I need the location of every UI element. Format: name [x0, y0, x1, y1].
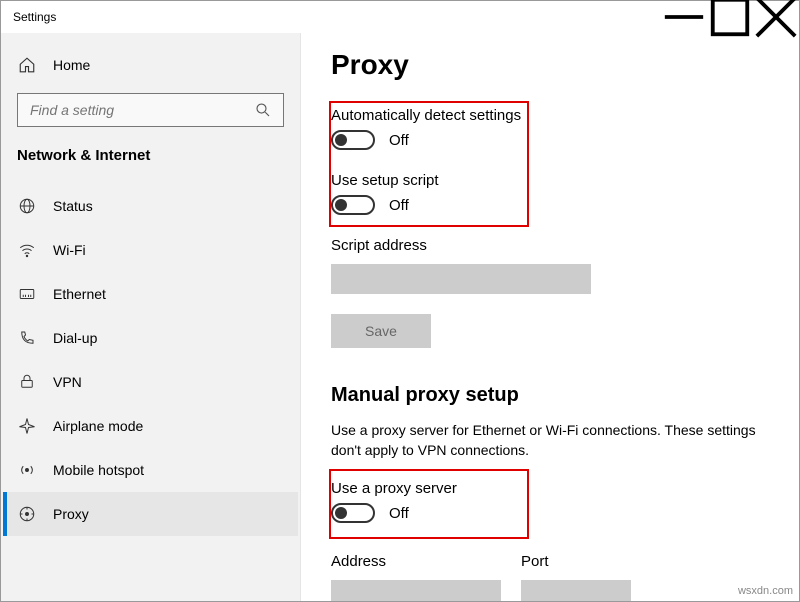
search-icon	[253, 100, 273, 120]
use-proxy-toggle[interactable]	[331, 503, 375, 523]
sidebar-item-wifi[interactable]: Wi-Fi	[3, 228, 298, 272]
sidebar-item-label: Status	[53, 198, 93, 214]
script-address-label: Script address	[331, 237, 769, 254]
vpn-icon	[17, 372, 37, 392]
use-proxy-state: Off	[389, 505, 409, 522]
airplane-icon	[17, 416, 37, 436]
sidebar-home-label: Home	[53, 57, 90, 73]
auto-detect-toggle[interactable]	[331, 130, 375, 150]
address-label: Address	[331, 553, 501, 570]
sidebar-item-label: Dial-up	[53, 330, 97, 346]
auto-detect-label: Automatically detect settings	[331, 107, 769, 124]
sidebar-item-airplane[interactable]: Airplane mode	[3, 404, 298, 448]
home-icon	[17, 55, 37, 75]
manual-description: Use a proxy server for Ethernet or Wi-Fi…	[331, 421, 769, 460]
use-proxy-label: Use a proxy server	[331, 480, 769, 497]
sidebar: Home Network & Internet Status Wi-Fi	[1, 33, 301, 601]
close-button[interactable]	[753, 1, 799, 33]
sidebar-item-vpn[interactable]: VPN	[3, 360, 298, 404]
address-input[interactable]	[331, 580, 501, 601]
port-input[interactable]	[521, 580, 631, 601]
window-title: Settings	[13, 10, 56, 24]
save-button[interactable]: Save	[331, 314, 431, 348]
sidebar-item-label: Wi-Fi	[53, 242, 86, 258]
auto-detect-state: Off	[389, 132, 409, 149]
search-input[interactable]	[28, 101, 224, 119]
script-address-input[interactable]	[331, 264, 591, 294]
ethernet-icon	[17, 284, 37, 304]
setup-script-label: Use setup script	[331, 172, 769, 189]
globe-icon	[17, 196, 37, 216]
sidebar-item-hotspot[interactable]: Mobile hotspot	[3, 448, 298, 492]
sidebar-item-proxy[interactable]: Proxy	[3, 492, 298, 536]
search-box[interactable]	[17, 93, 284, 127]
sidebar-item-status[interactable]: Status	[3, 184, 298, 228]
content-area: Proxy Automatically detect settings Off …	[301, 33, 799, 601]
port-label: Port	[521, 553, 631, 570]
hotspot-icon	[17, 460, 37, 480]
category-header: Network & Internet	[3, 141, 298, 184]
watermark: wsxdn.com	[738, 585, 793, 597]
sidebar-item-ethernet[interactable]: Ethernet	[3, 272, 298, 316]
minimize-button[interactable]	[661, 1, 707, 33]
titlebar: Settings	[1, 1, 799, 33]
wifi-icon	[17, 240, 37, 260]
page-title: Proxy	[331, 49, 769, 81]
sidebar-item-dialup[interactable]: Dial-up	[3, 316, 298, 360]
sidebar-item-label: Airplane mode	[53, 418, 143, 434]
sidebar-item-label: VPN	[53, 374, 82, 390]
manual-section-title: Manual proxy setup	[331, 384, 769, 407]
setup-script-toggle[interactable]	[331, 195, 375, 215]
phone-icon	[17, 328, 37, 348]
sidebar-home[interactable]: Home	[3, 43, 298, 87]
sidebar-item-label: Ethernet	[53, 286, 106, 302]
maximize-button[interactable]	[707, 1, 753, 33]
window-controls	[661, 1, 799, 33]
setup-script-state: Off	[389, 197, 409, 214]
proxy-icon	[17, 504, 37, 524]
sidebar-item-label: Proxy	[53, 506, 89, 522]
sidebar-item-label: Mobile hotspot	[53, 462, 144, 478]
